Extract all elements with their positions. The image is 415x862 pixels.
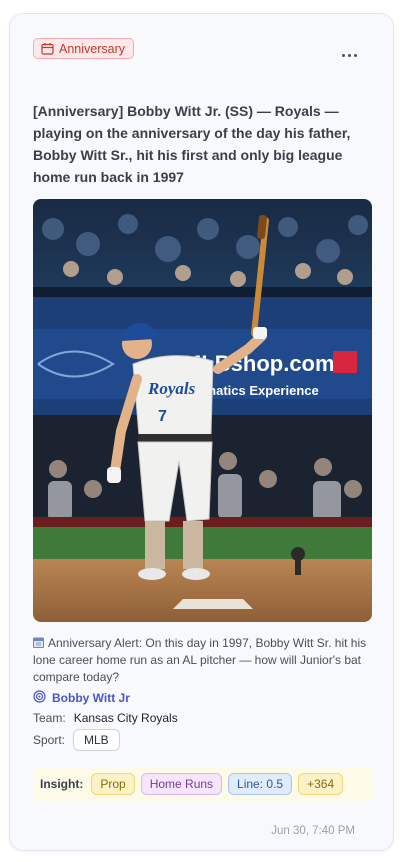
alert-text: Anniversary Alert: On this day in 1997, … bbox=[33, 636, 367, 684]
team-value: Kansas City Royals bbox=[73, 711, 178, 725]
team-row: Team: Kansas City Royals bbox=[33, 711, 178, 725]
odds-chip[interactable]: +364 bbox=[298, 773, 344, 795]
line-chip[interactable]: Line: 0.5 bbox=[228, 773, 293, 795]
anniversary-alert: Anniversary Alert: On this day in 1997, … bbox=[33, 635, 378, 686]
ellipsis-icon bbox=[341, 53, 345, 57]
svg-text:Royals: Royals bbox=[147, 379, 196, 398]
team-label: Team: bbox=[33, 711, 66, 725]
insight-label: Insight: bbox=[40, 777, 84, 791]
market-chip[interactable]: Home Runs bbox=[140, 773, 223, 795]
timestamp: Jun 30, 7:40 PM bbox=[271, 825, 355, 837]
player-photo: MLBshop.com Fanatics Experience Royals 7 bbox=[33, 199, 372, 622]
player-link[interactable]: Bobby Witt Jr bbox=[33, 690, 130, 706]
svg-text:7: 7 bbox=[158, 408, 167, 425]
calendar-icon bbox=[41, 42, 54, 55]
prop-chip[interactable]: Prop bbox=[91, 773, 135, 795]
anniversary-tag[interactable]: Anniversary bbox=[33, 38, 134, 59]
calendar-icon bbox=[33, 636, 44, 648]
sport-chip[interactable]: MLB bbox=[73, 729, 120, 751]
alert-card: Anniversary [Anniversary] Bobby Witt Jr.… bbox=[9, 13, 394, 851]
headline: [Anniversary] Bobby Witt Jr. (SS) — Roya… bbox=[33, 103, 351, 185]
sport-row: Sport: MLB bbox=[33, 729, 120, 751]
more-options-button[interactable] bbox=[339, 49, 359, 61]
sport-label: Sport: bbox=[33, 733, 66, 747]
insight-bar: Insight: Prop Home Runs Line: 0.5 +364 bbox=[33, 767, 373, 801]
target-icon bbox=[33, 690, 46, 706]
player-name: Bobby Witt Jr bbox=[52, 691, 130, 705]
tag-label: Anniversary bbox=[59, 41, 125, 56]
